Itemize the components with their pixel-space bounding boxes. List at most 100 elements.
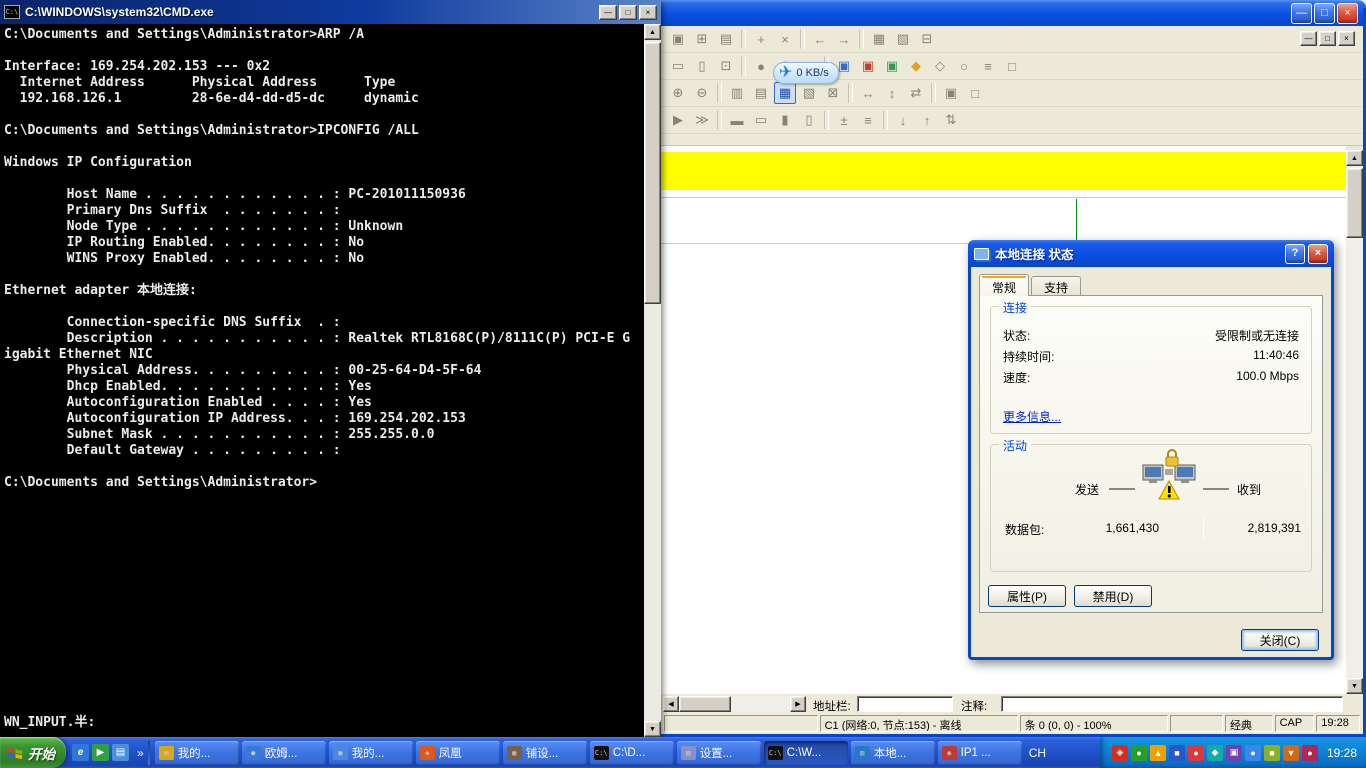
toolbar-icon[interactable]: ▯: [691, 55, 713, 77]
close-button[interactable]: 关闭(C): [1241, 629, 1319, 651]
toolbar-icon[interactable]: ●: [750, 55, 772, 77]
canvas-vertical-scrollbar[interactable]: ▲ ▼: [1346, 150, 1363, 694]
taskbar-task-button[interactable]: ▤ 我的...: [155, 741, 239, 765]
toolbar-icon[interactable]: ↔: [857, 82, 879, 104]
dialog-tab[interactable]: 支持: [1031, 276, 1081, 295]
toolbar-icon[interactable]: ≫: [691, 109, 713, 131]
toolbar-icon[interactable]: →: [833, 28, 855, 50]
toolbar-icon[interactable]: [717, 83, 722, 103]
toolbar-icon[interactable]: □: [964, 82, 986, 104]
scroll-down-button[interactable]: ▼: [1346, 678, 1363, 694]
toolbar-icon[interactable]: [741, 29, 746, 49]
toolbar-icon[interactable]: ⊠: [822, 82, 844, 104]
taskbar-task-button[interactable]: ▥ 本地...: [851, 741, 935, 765]
toolbar-icon[interactable]: ⊖: [691, 82, 713, 104]
disable-button[interactable]: 禁用(D): [1074, 585, 1152, 607]
tray-icon[interactable]: ▼: [1283, 745, 1299, 761]
taskbar-task-button[interactable]: ▦ 铺设...: [503, 741, 587, 765]
dialog-titlebar[interactable]: 本地连接 状态 ? ×: [968, 240, 1334, 267]
toolbar-icon[interactable]: [717, 110, 722, 130]
scroll-up-button[interactable]: ▲: [1346, 150, 1363, 166]
quick-launch-icon[interactable]: e: [72, 744, 89, 761]
toolbar-icon[interactable]: ≡: [857, 109, 879, 131]
toolbar-icon[interactable]: ○: [953, 55, 975, 77]
scroll-right-button[interactable]: ▶: [790, 696, 806, 712]
toolbar-icon[interactable]: ←: [809, 28, 831, 50]
app-minimize-button[interactable]: —: [1291, 3, 1312, 24]
toolbar-icon[interactable]: ⊡: [715, 55, 737, 77]
toolbar-icon[interactable]: ▣: [881, 55, 903, 77]
mdi-restore-button[interactable]: □: [1319, 31, 1336, 46]
dialog-help-button[interactable]: ?: [1285, 244, 1305, 264]
quick-launch-icon[interactable]: ▶: [92, 744, 109, 761]
tray-icon[interactable]: ■: [1264, 745, 1280, 761]
scroll-left-button[interactable]: ◀: [663, 696, 679, 712]
mdi-minimize-button[interactable]: —: [1300, 31, 1317, 46]
toolbar-icon[interactable]: ▤: [715, 28, 737, 50]
scroll-up-button[interactable]: ▲: [644, 24, 661, 40]
tray-icon[interactable]: ◆: [1207, 745, 1223, 761]
toolbar-icon[interactable]: ↕: [881, 82, 903, 104]
toolbar-icon[interactable]: ⇄: [905, 82, 927, 104]
more-info-link[interactable]: 更多信息...: [1003, 408, 1061, 425]
taskbar-task-button[interactable]: ◉ IP1 ...: [938, 741, 1022, 765]
dialog-tab[interactable]: 常规: [979, 274, 1029, 296]
toolbar-icon[interactable]: ▮: [774, 109, 796, 131]
tray-icon[interactable]: ◈: [1112, 745, 1128, 761]
toolbar-icon[interactable]: [883, 110, 888, 130]
toolbar-icon[interactable]: ▦: [774, 82, 796, 104]
cmd-minimize-button[interactable]: —: [599, 5, 617, 20]
app-maximize-button[interactable]: □: [1314, 3, 1335, 24]
quick-launch-overflow-chevron[interactable]: »: [135, 746, 146, 760]
start-button[interactable]: 开始: [0, 737, 66, 768]
toolbar-icon[interactable]: ▦: [868, 28, 890, 50]
taskbar-task-button[interactable]: ▣ 我的...: [329, 741, 413, 765]
toolbar-icon[interactable]: [741, 56, 746, 76]
app-close-button[interactable]: ×: [1337, 3, 1358, 24]
toolbar-icon[interactable]: ▧: [798, 82, 820, 104]
toolbar-icon[interactable]: ▣: [667, 28, 689, 50]
quick-launch-icon[interactable]: ▤: [112, 744, 129, 761]
taskbar-task-button[interactable]: ● 欧姆...: [242, 741, 326, 765]
toolbar-icon[interactable]: ▣: [857, 55, 879, 77]
tray-icon[interactable]: ●: [1245, 745, 1261, 761]
tray-icon[interactable]: ●: [1188, 745, 1204, 761]
toolbar-icon[interactable]: ⊞: [691, 28, 713, 50]
toolbar-icon[interactable]: +: [750, 28, 772, 50]
scrollbar-thumb[interactable]: [644, 42, 661, 304]
taskbar-task-button[interactable]: ◆ 凤凰: [416, 741, 500, 765]
toolbar-icon[interactable]: ⊟: [916, 28, 938, 50]
comment-input[interactable]: [1001, 696, 1343, 712]
app-titlebar[interactable]: — □ ×: [661, 0, 1366, 26]
address-input[interactable]: [857, 696, 953, 712]
tray-icon[interactable]: ●: [1131, 745, 1147, 761]
cmd-close-button[interactable]: ×: [639, 5, 657, 20]
toolbar-icon[interactable]: ▯: [798, 109, 820, 131]
scroll-down-button[interactable]: ▼: [644, 721, 661, 737]
toolbar-icon[interactable]: [800, 29, 805, 49]
dialog-close-x-button[interactable]: ×: [1308, 244, 1328, 264]
toolbar-icon[interactable]: ▬: [726, 109, 748, 131]
toolbar-icon[interactable]: ±: [833, 109, 855, 131]
canvas-horizontal-scrollbar[interactable]: ◀ ▶: [663, 696, 806, 712]
language-indicator[interactable]: CH: [1022, 746, 1053, 760]
toolbar-icon[interactable]: [848, 83, 853, 103]
toolbar-icon[interactable]: ↓: [892, 109, 914, 131]
scrollbar-thumb[interactable]: [1346, 168, 1363, 238]
toolbar-icon[interactable]: ▶: [667, 109, 689, 131]
taskbar-task-button[interactable]: C:\ C:\W...: [764, 741, 848, 765]
network-speed-overlay[interactable]: ✈ 0 KB/s: [773, 62, 839, 84]
toolbar-icon[interactable]: ▭: [667, 55, 689, 77]
toolbar-icon[interactable]: [859, 29, 864, 49]
tray-icon[interactable]: ■: [1169, 745, 1185, 761]
toolbar-icon[interactable]: ⊕: [667, 82, 689, 104]
toolbar-icon[interactable]: [931, 83, 936, 103]
toolbar-icon[interactable]: [824, 110, 829, 130]
mdi-close-button[interactable]: ×: [1338, 31, 1355, 46]
cmd-restore-button[interactable]: □: [619, 5, 637, 20]
toolbar-icon[interactable]: ≡: [977, 55, 999, 77]
toolbar-icon[interactable]: ▣: [940, 82, 962, 104]
toolbar-icon[interactable]: ↑: [916, 109, 938, 131]
scrollbar-thumb[interactable]: [679, 696, 731, 712]
tray-icon[interactable]: ●: [1302, 745, 1318, 761]
